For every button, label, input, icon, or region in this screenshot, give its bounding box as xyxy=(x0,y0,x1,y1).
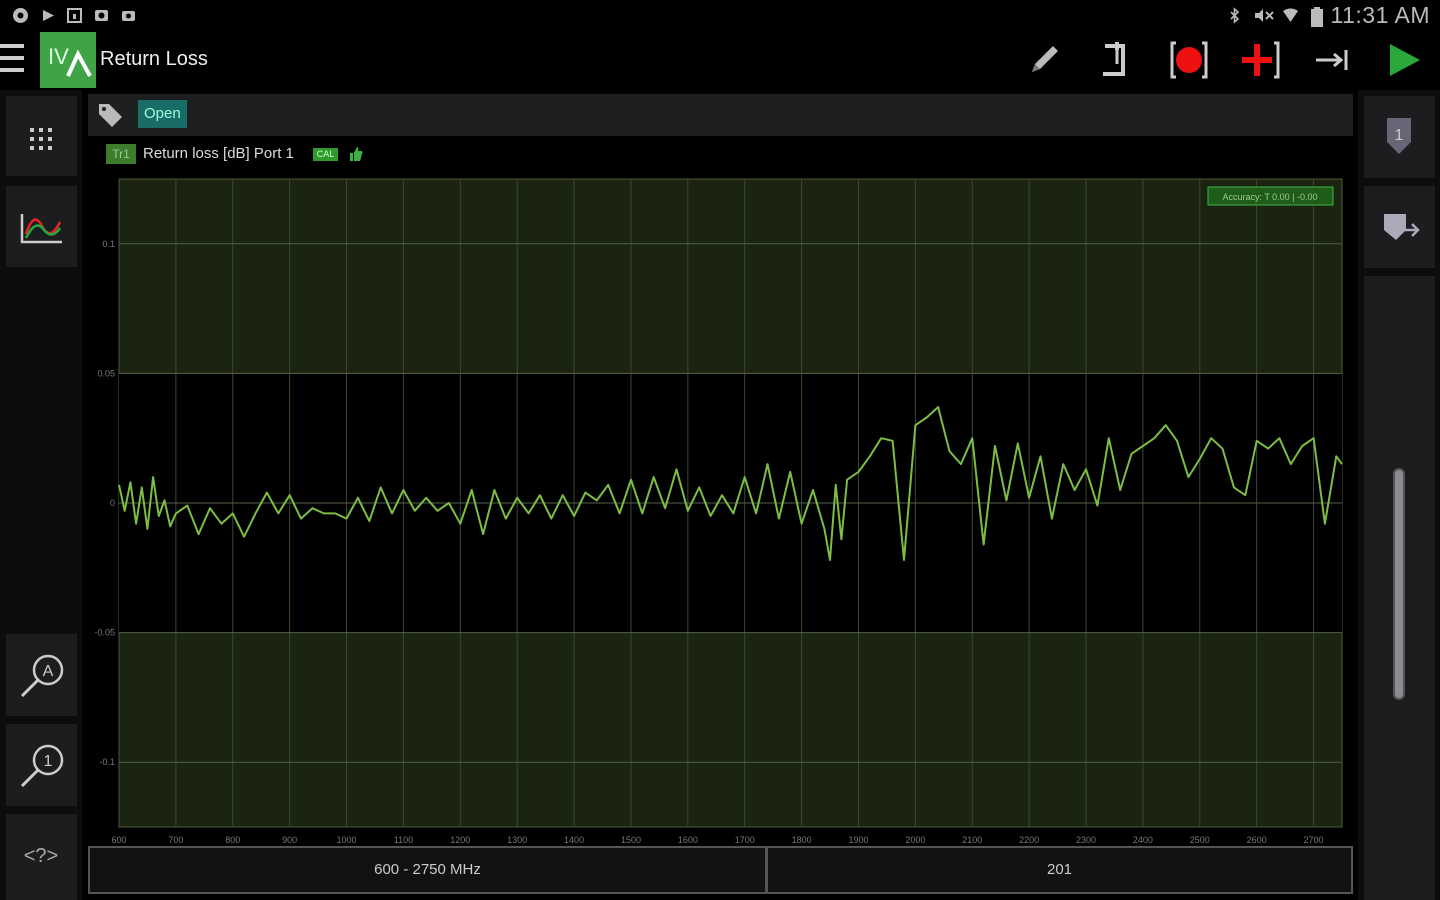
zoom-one-icon: 1 xyxy=(20,744,64,788)
x-tick-label: 900 xyxy=(282,835,297,845)
x-tick-label: 2100 xyxy=(962,835,982,845)
wifi-icon xyxy=(1282,7,1299,23)
x-tick-label: 2700 xyxy=(1304,835,1324,845)
x-tick-label: 2400 xyxy=(1133,835,1153,845)
gallery-icon xyxy=(93,7,110,23)
x-tick-label: 2000 xyxy=(905,835,925,845)
mute-icon xyxy=(1253,7,1275,23)
x-tick-label: 2500 xyxy=(1190,835,1210,845)
battery-icon xyxy=(1310,7,1324,27)
edit-button[interactable] xyxy=(1022,38,1068,82)
autoscale-button[interactable]: A xyxy=(6,634,77,716)
run-button[interactable] xyxy=(1382,38,1428,82)
left-toolbar: A 1 <?> xyxy=(0,90,82,900)
status-bar: 11:31 AM xyxy=(0,0,1440,30)
svg-text:A: A xyxy=(43,663,54,680)
marker-select-button[interactable]: 1 xyxy=(1364,96,1435,178)
svg-text:<?>: <?> xyxy=(24,845,58,867)
cal-badge: CAL xyxy=(313,148,338,161)
zoom-button[interactable]: 1 xyxy=(6,724,77,806)
play-icon xyxy=(1390,44,1420,76)
marker-one-icon: 1 xyxy=(1387,118,1411,154)
bluetooth-icon xyxy=(1226,7,1243,24)
add-button[interactable] xyxy=(1238,38,1284,82)
apps-button[interactable] xyxy=(6,96,77,176)
x-tick-label: 700 xyxy=(168,835,183,845)
y-tick-label: 0.05 xyxy=(97,368,115,378)
status-time: 11:31 AM xyxy=(1330,2,1430,28)
marker-icon xyxy=(1103,42,1125,76)
camera-icon xyxy=(120,7,137,23)
edit-icon xyxy=(1032,46,1058,72)
return-loss-chart[interactable]: 600 700 800 900 1000 1100 1200 1300 1400 1500 1600… xyxy=(88,172,1353,847)
app-logo: IV xyxy=(40,32,96,88)
x-tick-label: 2600 xyxy=(1247,835,1267,845)
trace-view-button[interactable] xyxy=(6,186,77,267)
x-tick-label: 1400 xyxy=(564,835,584,845)
x-tick-label: 1200 xyxy=(450,835,470,845)
chrome-icon xyxy=(12,7,29,23)
page-title: Return Loss xyxy=(100,48,208,70)
x-tick-label: 800 xyxy=(225,835,240,845)
help-icon: <?> xyxy=(24,845,58,867)
record-button[interactable] xyxy=(1166,38,1212,82)
trace-title: Return loss [dB] Port 1 xyxy=(143,145,294,162)
trace-badge[interactable]: Tr1 xyxy=(106,144,136,164)
frequency-range[interactable]: 600 - 2750 MHz xyxy=(88,846,767,894)
x-tick-label: 600 xyxy=(111,835,126,845)
record-icon xyxy=(1170,41,1208,79)
trace-chart-icon xyxy=(20,214,62,244)
scale-slider[interactable] xyxy=(1393,468,1405,700)
calendar-icon xyxy=(66,7,83,23)
menu-icon[interactable] xyxy=(0,44,26,74)
y-tick-label: -0.1 xyxy=(99,757,115,767)
marker-button[interactable] xyxy=(1093,38,1139,82)
y-tick-label: -0.05 xyxy=(94,628,115,638)
tag-bar: Open xyxy=(88,94,1353,136)
x-tick-label: 2300 xyxy=(1076,835,1096,845)
open-tag-chip[interactable]: Open xyxy=(138,100,187,128)
x-tick-label: 1700 xyxy=(735,835,755,845)
help-button[interactable]: <?> xyxy=(6,814,77,900)
right-toolbar: 1 xyxy=(1358,90,1440,900)
marker-move-button[interactable] xyxy=(1364,186,1435,268)
y-tick-label: 0 xyxy=(110,498,115,508)
svg-text:1: 1 xyxy=(44,753,53,770)
arrow-button[interactable] xyxy=(1310,38,1356,82)
y-tick-label: 0.1 xyxy=(102,239,115,249)
marker-move-icon xyxy=(1384,214,1420,240)
arrow-icon xyxy=(1316,50,1348,70)
x-tick-label: 1600 xyxy=(678,835,698,845)
thumbs-up-icon xyxy=(350,147,363,161)
add-icon xyxy=(1242,41,1280,79)
svg-text:1: 1 xyxy=(1395,127,1404,144)
accuracy-label: Accuracy: T 0.00 | -0.00 xyxy=(1222,192,1317,202)
x-tick-label: 2200 xyxy=(1019,835,1039,845)
x-tick-label: 1000 xyxy=(337,835,357,845)
tag-icon[interactable] xyxy=(96,101,124,129)
x-tick-label: 1500 xyxy=(621,835,641,845)
play-store-icon xyxy=(40,7,57,23)
grid-icon xyxy=(30,128,52,150)
x-tick-label: 1900 xyxy=(848,835,868,845)
action-bar: IV Return Loss xyxy=(0,30,1440,90)
x-tick-label: 1800 xyxy=(792,835,812,845)
point-count[interactable]: 201 xyxy=(766,846,1353,894)
x-tick-label: 1300 xyxy=(507,835,527,845)
zoom-auto-icon: A xyxy=(20,654,64,698)
x-tick-label: 1100 xyxy=(394,835,413,845)
